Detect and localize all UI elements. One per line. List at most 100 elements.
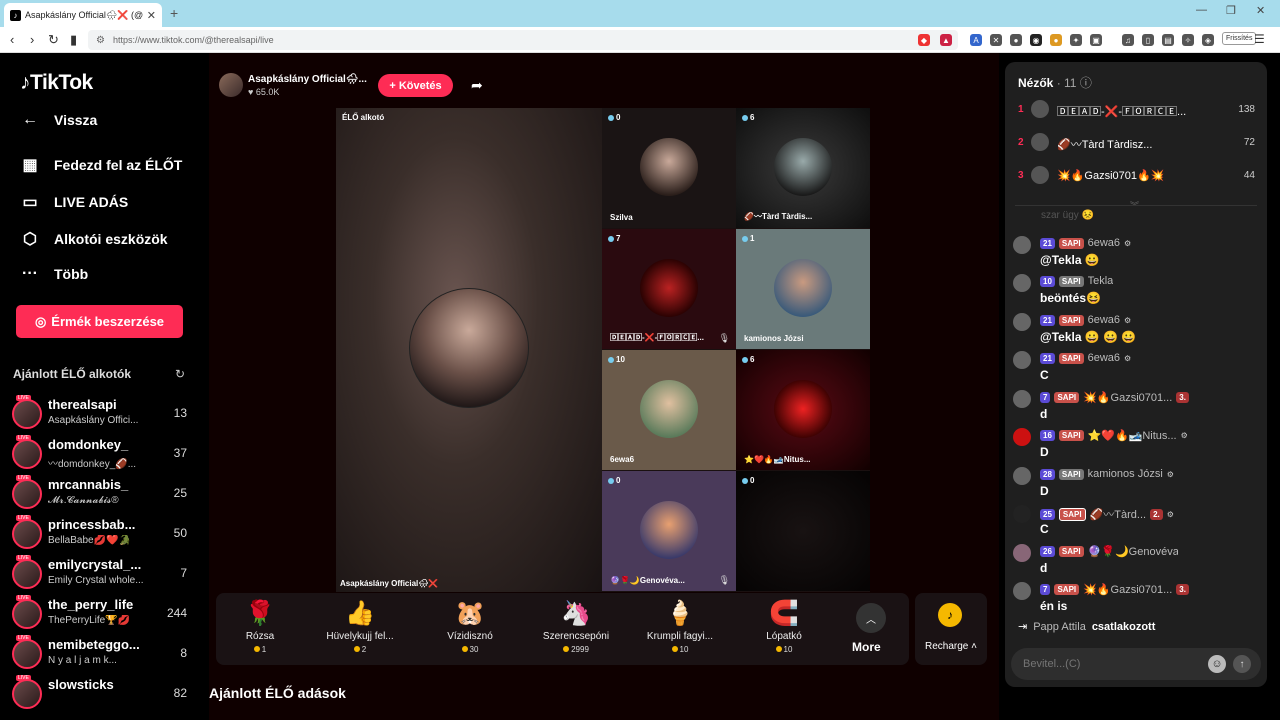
- host-name[interactable]: Asapkáslány Official🌧...: [248, 74, 367, 85]
- recharge-button[interactable]: ♪ Recharge ˄: [915, 593, 987, 665]
- coin-icon: ◎: [34, 313, 47, 329]
- close-window-button[interactable]: ✕: [1256, 4, 1265, 17]
- rank-badge: 3.: [1176, 584, 1189, 595]
- creator-nickname: 𝓜𝓻.𝓒𝓪𝓷𝓷𝓪𝓫𝓲𝓼®: [48, 495, 119, 506]
- live-badge: LIVE: [16, 595, 31, 601]
- reload-icon[interactable]: ↻: [48, 32, 59, 48]
- buy-coins-button[interactable]: ◎ Érmék beszerzése: [16, 305, 183, 338]
- creator-item[interactable]: LIVE the_perry_life ThePerryLife🏆💋 244: [12, 595, 190, 633]
- bookmark-icon[interactable]: ▮: [70, 32, 77, 48]
- guest-tile[interactable]: 0 Szilva: [602, 108, 736, 228]
- avatar: [1013, 467, 1031, 485]
- guest-tile[interactable]: 0 🔮🌹🌙Genovéva... 🎙: [602, 471, 736, 591]
- maximize-button[interactable]: ❐: [1226, 4, 1236, 17]
- back-icon[interactable]: ‹: [10, 32, 14, 47]
- vpn-icon[interactable]: ◈: [1202, 34, 1214, 46]
- site-info-icon[interactable]: ⚙: [96, 35, 105, 46]
- guest-tile[interactable]: 6 ⭐❤️🔥🎿Nitus...: [736, 350, 870, 470]
- new-tab-button[interactable]: +: [170, 5, 178, 21]
- tiktok-logo[interactable]: ♪TikTok: [20, 71, 93, 95]
- level-badge: 10: [1040, 275, 1055, 287]
- user-settings-icon[interactable]: ⚙: [1181, 431, 1188, 440]
- viewer-count: 37: [173, 446, 187, 460]
- translate-icon[interactable]: A: [970, 34, 982, 46]
- avatar: [12, 599, 42, 629]
- avatar: [12, 479, 42, 509]
- gift-thumbs-up[interactable]: 👍 Hüvelykujj fel... 2: [318, 599, 402, 654]
- send-icon[interactable]: ↑: [1233, 655, 1251, 673]
- help-icon[interactable]: ⓘ: [1080, 76, 1092, 90]
- chevron-icon[interactable]: ︾: [1130, 199, 1139, 212]
- guest-tile[interactable]: 6 🏈〰Tàrd Tàrdis...: [736, 108, 870, 228]
- user-settings-icon[interactable]: ⚙: [1124, 354, 1131, 363]
- level-badge: 21: [1040, 352, 1055, 364]
- rewards-icon[interactable]: ▲: [940, 34, 952, 46]
- back-link[interactable]: ← Vissza: [20, 111, 97, 129]
- user-settings-icon[interactable]: ⚙: [1124, 239, 1131, 248]
- user-settings-icon[interactable]: ⚙: [1167, 470, 1174, 479]
- guest-tile[interactable]: 7 🄳🄴🄰🄳-❌-🄵🄾🅁🄲🄴... 🎙: [602, 229, 736, 349]
- creator-tools-link[interactable]: ⬡ Alkotói eszközök: [20, 229, 168, 249]
- browser-tab[interactable]: ♪ Asapkáslány Official🌧❌ (@ ✕: [4, 3, 162, 27]
- creator-item[interactable]: LIVE therealsapi Asapkáslány Offici... 13: [12, 395, 190, 433]
- ai-icon[interactable]: ✧: [1182, 34, 1194, 46]
- host-avatar[interactable]: [219, 73, 243, 97]
- go-live-link[interactable]: ▭ LIVE ADÁS: [20, 192, 128, 212]
- avatar: [1013, 236, 1031, 254]
- top-viewer-row[interactable]: 1 🄳🄴🄰🄳-❌-🄵🄾🅁🄲🄴... 138: [1005, 98, 1267, 124]
- guest-tile[interactable]: 0: [736, 471, 870, 591]
- gift-lucky-pony[interactable]: 🦄 Szerencsepóni 2999: [534, 599, 618, 654]
- creator-name: nemibeteggo...: [48, 637, 140, 652]
- creator-item[interactable]: LIVE slowsticks 82: [12, 675, 190, 713]
- top-viewer-row[interactable]: 3 💥🔥Gazsi0701🔥💥 44: [1005, 164, 1267, 190]
- sidebar-icon[interactable]: ▯: [1142, 34, 1154, 46]
- viewers-header[interactable]: Nézők · 11 ⓘ: [1018, 74, 1092, 91]
- chevron-up-icon[interactable]: ︿: [856, 603, 886, 633]
- level-badge: 7: [1040, 392, 1051, 403]
- creator-item[interactable]: LIVE nemibeteggo... N y a l j a m k... 8: [12, 635, 190, 673]
- host-tile-name: Asapkáslány Official🌧❌: [340, 579, 439, 588]
- share-icon[interactable]: ➦: [471, 77, 483, 94]
- more-gifts-button[interactable]: More: [852, 640, 881, 654]
- update-button[interactable]: Frissítés: [1222, 32, 1257, 45]
- refresh-icon[interactable]: ↻: [175, 367, 185, 381]
- minimize-button[interactable]: —: [1196, 4, 1207, 16]
- gift-horseshoe[interactable]: 🧲 Lópatkó 10: [742, 599, 826, 654]
- creator-item[interactable]: LIVE emilycrystal_... Emily Crystal whole.…: [12, 555, 190, 593]
- close-tab-icon[interactable]: ✕: [147, 9, 156, 22]
- creator-nickname: BellaBabe💋❤️🐊: [48, 535, 131, 546]
- chat-input[interactable]: [1023, 658, 1193, 670]
- wallet-icon[interactable]: ▤: [1162, 34, 1174, 46]
- host-video-tile[interactable]: ÉLŐ alkotó Asapkáslány Official🌧❌: [336, 108, 602, 592]
- tiktok-favicon: ♪: [10, 9, 21, 21]
- extension-icon[interactable]: ◉: [1030, 34, 1042, 46]
- guest-tile[interactable]: 1 kamionos Józsi: [736, 229, 870, 349]
- url-field[interactable]: ⚙ https://www.tiktok.com/@therealsapi/li…: [88, 30, 958, 50]
- user-settings-icon[interactable]: ⚙: [1124, 316, 1131, 325]
- gift-potato-icecream[interactable]: 🍦 Krumpli fagyi... 10: [638, 599, 722, 654]
- explore-live-link[interactable]: ▦ Fedezd fel az ÉLŐT: [20, 155, 182, 175]
- fan-club-badge: SAPI: [1058, 352, 1084, 364]
- extension-icon[interactable]: ●: [1010, 34, 1022, 46]
- extension-icon[interactable]: ✕: [990, 34, 1002, 46]
- more-link[interactable]: ··· Több: [20, 265, 88, 283]
- extension-icon[interactable]: ●: [1050, 34, 1062, 46]
- follow-button[interactable]: + Követés: [378, 74, 453, 97]
- music-icon[interactable]: ♫: [1122, 34, 1134, 46]
- gift-capybara[interactable]: 🐹 Vízidisznó 30: [428, 599, 512, 654]
- forward-icon[interactable]: ›: [30, 32, 34, 47]
- guest-tile[interactable]: 10 6ewa6: [602, 350, 736, 470]
- user-settings-icon[interactable]: ⚙: [1167, 510, 1174, 519]
- menu-icon[interactable]: ☰: [1254, 32, 1265, 46]
- join-icon: ⇥: [1018, 621, 1028, 633]
- puzzle-icon[interactable]: ✦: [1070, 34, 1082, 46]
- video-stage[interactable]: ÉLŐ alkotó Asapkáslány Official🌧❌ 0 Szil…: [336, 108, 870, 592]
- top-viewer-row[interactable]: 2 🏈〰Tàrd Tàrdisz... 72: [1005, 131, 1267, 157]
- emoji-icon[interactable]: ☺: [1208, 655, 1226, 673]
- brave-shield-icon[interactable]: ◆: [918, 34, 930, 46]
- creator-item[interactable]: LIVE domdonkey_ 〰domdonkey_🏈... 37: [12, 435, 190, 473]
- creator-item[interactable]: LIVE princessbab... BellaBabe💋❤️🐊 50: [12, 515, 190, 553]
- gift-rose[interactable]: 🌹 Rózsa 1: [218, 599, 302, 654]
- extension-icon[interactable]: ▣: [1090, 34, 1102, 46]
- creator-item[interactable]: LIVE mrcannabis_ 𝓜𝓻.𝓒𝓪𝓷𝓷𝓪𝓫𝓲𝓼® 25: [12, 475, 190, 513]
